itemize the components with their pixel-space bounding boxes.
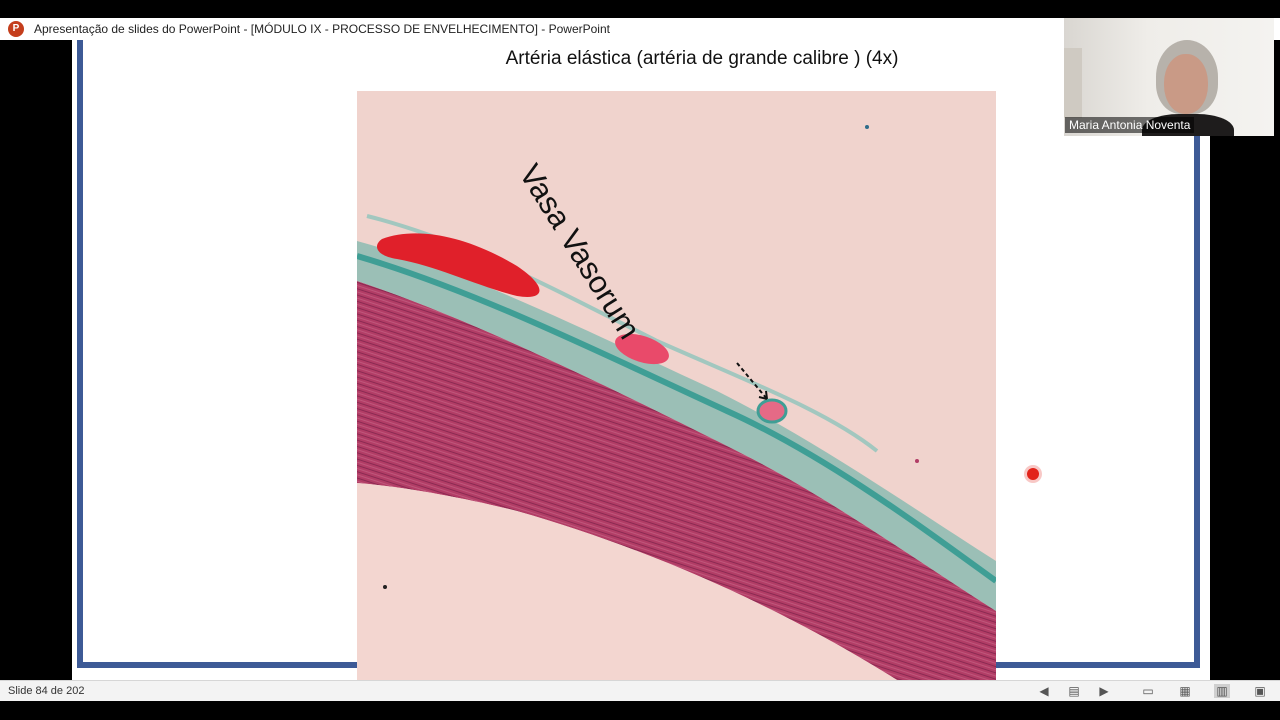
notes-icon[interactable]: ▤: [1066, 684, 1082, 698]
normal-view-icon[interactable]: ▭: [1140, 684, 1156, 698]
slide-title: Artéria elástica (artéria de grande cali…: [505, 48, 899, 69]
slideshow-stage: Artéria elástica (artéria de grande cali…: [0, 40, 1280, 680]
participant-name: Maria Antonia Noventa: [1065, 117, 1195, 133]
laser-pointer: [1027, 468, 1039, 480]
video-thumbnail[interactable]: Maria Antonia Noventa: [1064, 18, 1274, 136]
status-bar: Slide 84 de 202 ◀ ▤ ▶ ▭ ▦ ▥ ▣: [0, 680, 1280, 702]
powerpoint-icon: P: [8, 21, 24, 37]
slideshow-icon[interactable]: ▣: [1252, 684, 1268, 698]
next-icon[interactable]: ▶: [1096, 684, 1112, 698]
reading-view-icon[interactable]: ▥: [1214, 684, 1230, 698]
video-shelf: [1064, 48, 1082, 118]
slide-frame-left: [77, 40, 83, 668]
participant-face: [1164, 54, 1208, 114]
previous-icon[interactable]: ◀: [1036, 684, 1052, 698]
slide-sorter-icon[interactable]: ▦: [1177, 684, 1193, 698]
slide[interactable]: Artéria elástica (artéria de grande cali…: [72, 40, 1210, 680]
bottom-border: [0, 701, 1280, 720]
slide-counter: Slide 84 de 202: [8, 685, 85, 697]
window-title: Apresentação de slides do PowerPoint - […: [34, 22, 610, 36]
micrograph-image: [357, 91, 996, 680]
